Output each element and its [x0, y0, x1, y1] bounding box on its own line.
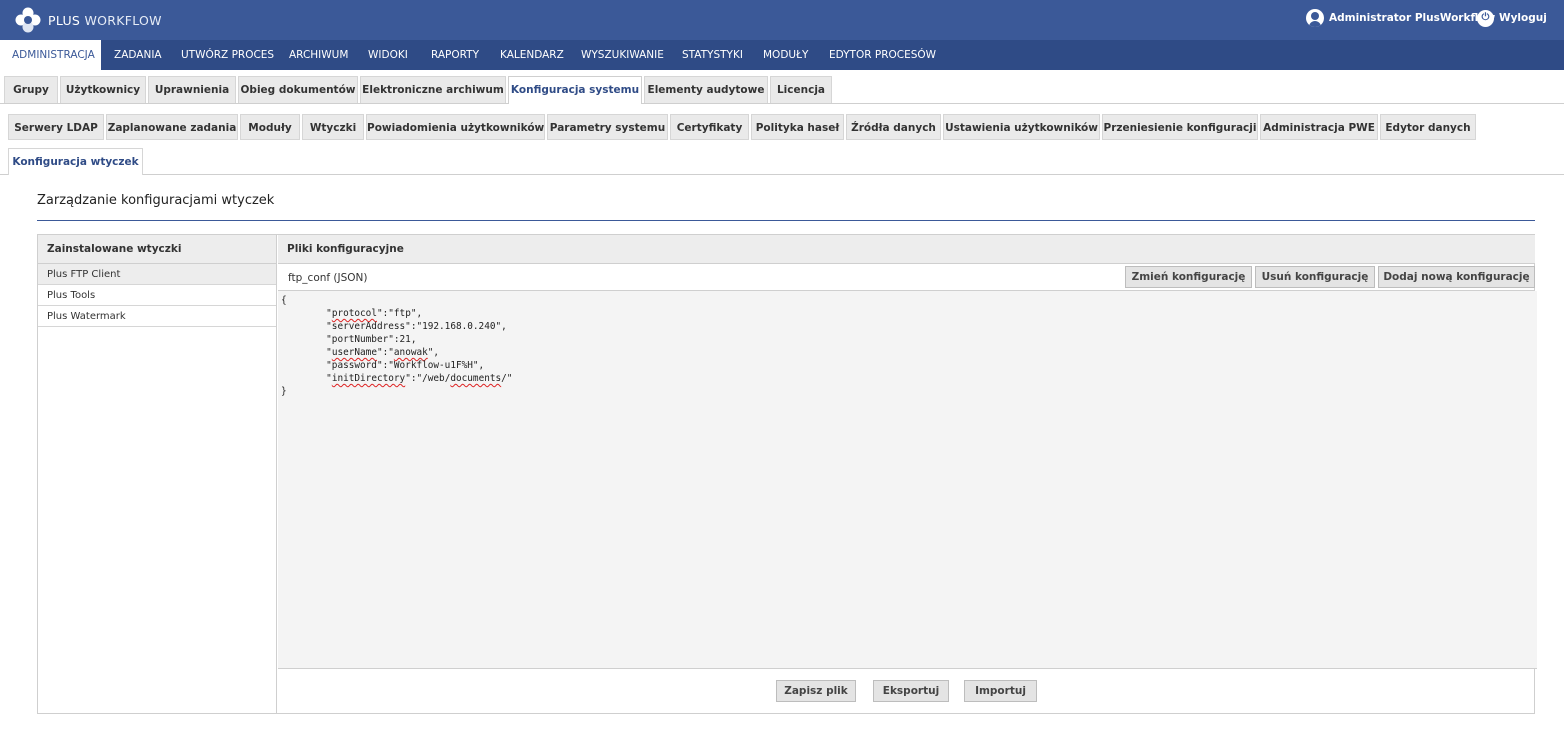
user-icon	[1306, 9, 1324, 27]
subtab-zrodla-danych[interactable]: Źródła danych	[846, 114, 941, 140]
nav-kalendarz[interactable]: KALENDARZ	[500, 40, 564, 70]
subtab-administracja-pwe[interactable]: Administracja PWE	[1260, 114, 1378, 140]
nav-zadania[interactable]: ZADANIA	[114, 40, 162, 70]
tab-konfiguracja-systemu[interactable]: Konfiguracja systemu	[508, 76, 642, 104]
subtab-wtyczki[interactable]: Wtyczki	[302, 114, 364, 140]
plugin-item-tools[interactable]: Plus Tools	[38, 285, 276, 306]
editor-line: "protocol":"ftp",	[281, 308, 423, 319]
editor-line: "serverAddress":"192.168.0.240",	[281, 321, 507, 332]
logo-text: PLUS WORKFLOW	[48, 12, 162, 28]
tab-grupy[interactable]: Grupy	[4, 76, 58, 103]
plusworkflow-logo-icon	[15, 7, 41, 33]
nav-statystyki[interactable]: STATYSTYKI	[682, 40, 743, 70]
editor-line: }	[281, 386, 287, 397]
tab-obieg-dokumentow[interactable]: Obieg dokumentów	[238, 76, 358, 103]
editor-line: "initDirectory":"/web/documents/"	[281, 373, 513, 384]
plugin-config-panel: Zainstalowane wtyczki Plus FTP Client Pl…	[37, 234, 1537, 714]
plugin-item-ftp-client[interactable]: Plus FTP Client	[38, 264, 276, 285]
nav-edytor-procesow[interactable]: EDYTOR PROCESÓW	[829, 40, 936, 70]
user-menu[interactable]: Administrator PlusWorkflow	[1306, 8, 1495, 28]
save-file-button[interactable]: Zapisz plik	[776, 680, 856, 702]
admin-tabs: Grupy Użytkownicy Uprawnienia Obieg doku…	[0, 76, 1564, 104]
subtab-polityka-hasel[interactable]: Polityka haseł	[751, 114, 844, 140]
editor-line: "password":"Workflow-u1F%H",	[281, 360, 485, 371]
config-footer: Zapisz plik Eksportuj Importuj	[278, 670, 1535, 713]
editor-line: {	[281, 295, 287, 306]
config-file-name: ftp_conf (JSON)	[288, 272, 368, 284]
plugin-item-watermark[interactable]: Plus Watermark	[38, 306, 276, 327]
tab-uzytkownicy[interactable]: Użytkownicy	[60, 76, 146, 103]
plugins-list: Zainstalowane wtyczki Plus FTP Client Pl…	[38, 235, 277, 713]
delete-config-button[interactable]: Usuń konfigurację	[1255, 266, 1375, 288]
nav-raporty[interactable]: RAPORTY	[431, 40, 479, 70]
power-icon: ⏻	[1477, 9, 1494, 27]
export-button[interactable]: Eksportuj	[873, 680, 949, 702]
logout-button[interactable]: ⏻ Wyloguj	[1477, 8, 1547, 28]
editor-line: "portNumber":21,	[281, 334, 417, 345]
app-logo[interactable]: PLUS WORKFLOW	[14, 6, 162, 34]
logout-label: Wyloguj	[1499, 12, 1547, 24]
page-title: Zarządzanie konfiguracjami wtyczek	[37, 193, 275, 208]
subtab-parametry-systemu[interactable]: Parametry systemu	[547, 114, 668, 140]
add-config-button[interactable]: Dodaj nową konfigurację	[1378, 266, 1535, 288]
top-bar: PLUS WORKFLOW Administrator PlusWorkflow…	[0, 0, 1564, 40]
subtab-certyfikaty[interactable]: Certyfikaty	[670, 114, 749, 140]
subtab-serwery-ldap[interactable]: Serwery LDAP	[8, 114, 104, 140]
subtab-moduly[interactable]: Moduły	[240, 114, 300, 140]
title-divider	[37, 220, 1535, 221]
plugins-header: Zainstalowane wtyczki	[38, 235, 276, 264]
change-config-button[interactable]: Zmień konfigurację	[1125, 266, 1252, 288]
subtab-zaplanowane-zadania[interactable]: Zaplanowane zadania	[106, 114, 238, 140]
system-config-subtabs: Serwery LDAP Zaplanowane zadania Moduły …	[0, 114, 1564, 175]
nav-administracja[interactable]: ADMINISTRACJA	[0, 40, 101, 70]
editor-line: "userName":"anowak",	[281, 347, 440, 358]
config-editor[interactable]: { "protocol":"ftp", "serverAddress":"192…	[278, 291, 1537, 669]
nav-moduly[interactable]: MODUŁY	[763, 40, 808, 70]
import-button[interactable]: Importuj	[964, 680, 1037, 702]
config-files-section: Pliki konfiguracyjne ftp_conf (JSON) Zmi…	[278, 235, 1537, 713]
nav-wyszukiwanie[interactable]: WYSZUKIWANIE	[581, 40, 664, 70]
subtab-ustawienia-uzytkownikow[interactable]: Ustawienia użytkowników	[943, 114, 1100, 140]
user-name: Administrator PlusWorkflow	[1329, 12, 1496, 24]
tab-elementy-audytowe[interactable]: Elementy audytowe	[644, 76, 768, 103]
subtab-edytor-danych[interactable]: Edytor danych	[1380, 114, 1476, 140]
nav-utworz-proces[interactable]: UTWÓRZ PROCES	[181, 40, 274, 70]
subtab-konfiguracja-wtyczek[interactable]: Konfiguracja wtyczek	[8, 148, 143, 175]
subtab-przeniesienie-konfiguracji[interactable]: Przeniesienie konfiguracji	[1102, 114, 1258, 140]
nav-archiwum[interactable]: ARCHIWUM	[289, 40, 348, 70]
tab-uprawnienia[interactable]: Uprawnienia	[148, 76, 236, 103]
subtab-powiadomienia[interactable]: Powiadomienia użytkowników	[366, 114, 545, 140]
tab-licencja[interactable]: Licencja	[770, 76, 832, 103]
tab-elektroniczne-archiwum[interactable]: Elektroniczne archiwum	[360, 76, 506, 103]
main-nav: ADMINISTRACJA ZADANIA UTWÓRZ PROCES ARCH…	[0, 40, 1564, 70]
nav-widoki[interactable]: WIDOKI	[368, 40, 408, 70]
config-file-bar: ftp_conf (JSON) Zmień konfigurację Usuń …	[278, 264, 1535, 291]
config-files-header: Pliki konfiguracyjne	[278, 235, 1535, 264]
